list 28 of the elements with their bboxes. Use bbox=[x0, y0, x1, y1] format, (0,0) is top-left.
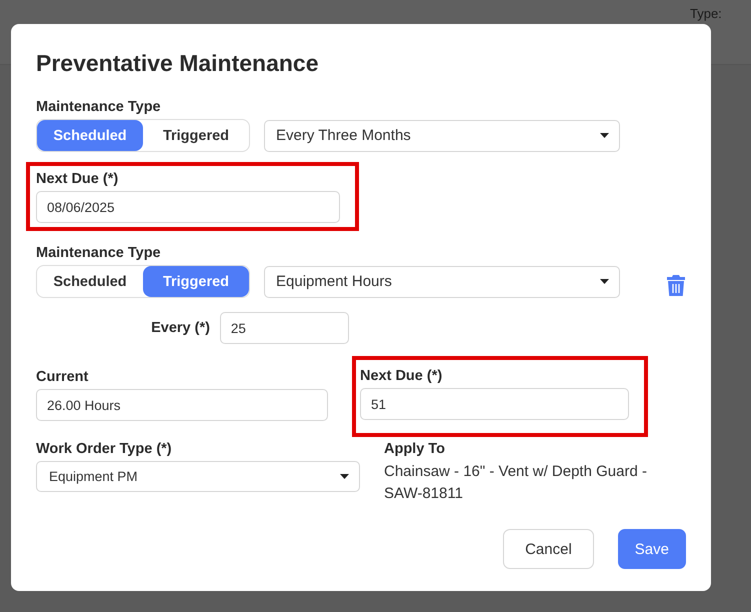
toggle-option[interactable]: Triggered bbox=[143, 266, 249, 297]
trash-icon[interactable] bbox=[667, 275, 685, 296]
select-field[interactable]: Equipment PM bbox=[36, 461, 360, 492]
dialog-title: Preventative Maintenance bbox=[36, 50, 320, 77]
toggle-option[interactable]: Scheduled bbox=[37, 120, 143, 151]
field-label: Apply To bbox=[384, 441, 446, 457]
caret-icon bbox=[600, 133, 609, 138]
background-label: Type: bbox=[690, 6, 722, 21]
field-label: Every (*) bbox=[151, 320, 210, 336]
select-field[interactable]: Equipment Hours bbox=[264, 266, 620, 298]
field-label: Next Due (*) bbox=[36, 171, 120, 187]
toggle-option[interactable]: Scheduled bbox=[37, 266, 143, 297]
select-field[interactable]: Every Three Months bbox=[264, 120, 620, 152]
caret-icon bbox=[340, 474, 349, 479]
number-input[interactable]: 51 bbox=[360, 388, 629, 420]
apply-to-text: Chainsaw - 16" - Vent w/ Depth Guard - SAW-81811 bbox=[384, 462, 648, 504]
field-label: Work Order Type (*) bbox=[36, 441, 173, 457]
cancel-button[interactable]: Cancel bbox=[503, 529, 594, 569]
field-label: Next Due (*) bbox=[360, 368, 444, 384]
field-label: Current bbox=[36, 369, 90, 385]
caret-icon bbox=[600, 279, 609, 284]
field-label: Maintenance Type bbox=[36, 245, 162, 261]
field-label: Maintenance Type bbox=[36, 99, 162, 115]
text-input[interactable]: 26.00 Hours bbox=[36, 389, 328, 421]
toggle-option[interactable]: Triggered bbox=[143, 120, 249, 151]
save-button[interactable]: Save bbox=[618, 529, 686, 569]
date-input[interactable]: 08/06/2025 bbox=[36, 191, 340, 223]
number-input[interactable]: 25 bbox=[220, 312, 349, 344]
